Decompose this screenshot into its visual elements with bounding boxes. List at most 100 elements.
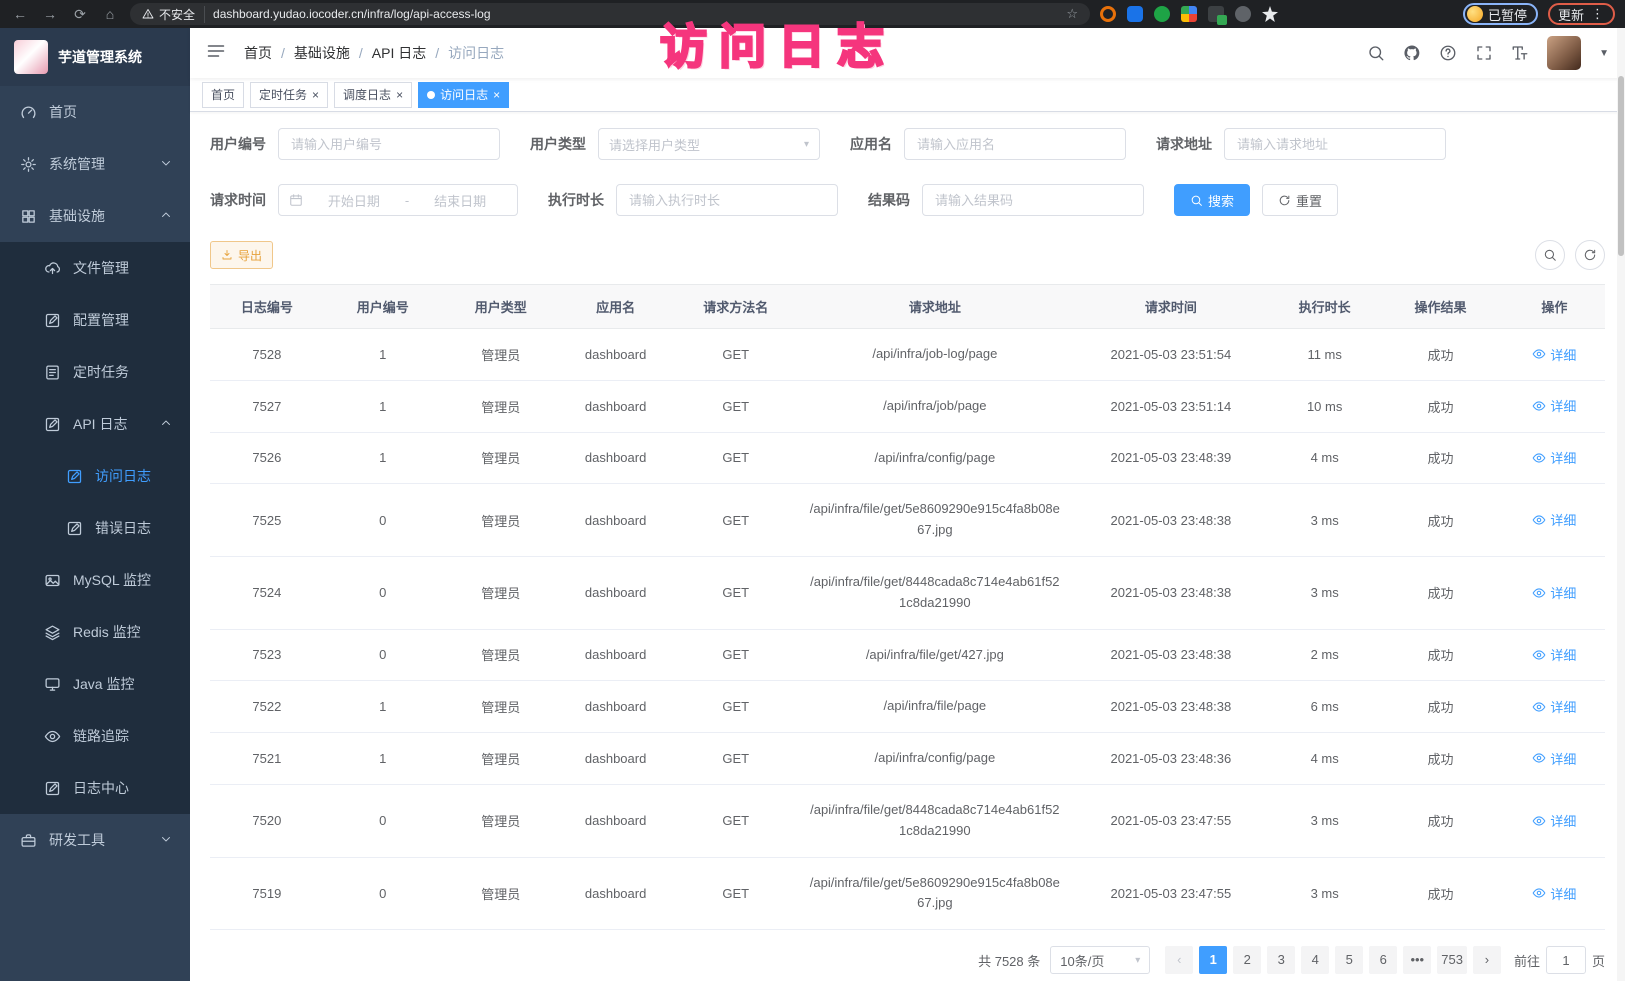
bookmark-star-icon[interactable]: ☆: [1066, 6, 1078, 22]
breadcrumb-item[interactable]: 首页: [244, 43, 272, 63]
address-bar[interactable]: 不安全 dashboard.yudao.iocoder.cn/infra/log…: [130, 3, 1090, 25]
hamburger-icon[interactable]: [206, 41, 226, 66]
tab-access-log[interactable]: 访问日志×: [418, 82, 509, 108]
caret-down-icon[interactable]: ▼: [1599, 48, 1609, 59]
page-button-6[interactable]: 6: [1369, 946, 1397, 974]
extension-icon[interactable]: [1181, 6, 1197, 22]
detail-link[interactable]: 详细: [1532, 645, 1576, 664]
tab-cron-jobs[interactable]: 定时任务×: [250, 82, 328, 108]
refresh-button[interactable]: [1575, 240, 1605, 270]
browser-profile-chip[interactable]: 已暂停: [1463, 3, 1538, 25]
table-cell: 6 ms: [1272, 681, 1377, 733]
filter-field-user-id: 用户编号: [210, 128, 500, 160]
more-pages-button[interactable]: •••: [1403, 946, 1431, 974]
browser-update-button[interactable]: 更新 ⋮: [1548, 3, 1615, 25]
detail-link[interactable]: 详细: [1532, 749, 1576, 768]
page-button-1[interactable]: 1: [1199, 946, 1227, 974]
close-icon[interactable]: ×: [493, 89, 500, 101]
next-page-button[interactable]: ›: [1473, 946, 1501, 974]
page-button-2[interactable]: 2: [1233, 946, 1261, 974]
detail-link[interactable]: 详细: [1532, 583, 1576, 602]
detail-link[interactable]: 详细: [1532, 884, 1576, 903]
sidebar-item-config-mgmt[interactable]: 配置管理: [0, 294, 190, 346]
sidebar-item-file-mgmt[interactable]: 文件管理: [0, 242, 190, 294]
browser-home-button[interactable]: ⌂: [100, 6, 120, 22]
result-code-input[interactable]: [922, 184, 1144, 216]
search-icon[interactable]: [1367, 44, 1385, 62]
extension-icon[interactable]: [1262, 6, 1278, 22]
request-time-daterange[interactable]: 开始日期-结束日期: [278, 184, 518, 216]
page-button-753[interactable]: 753: [1437, 946, 1467, 974]
extension-icon[interactable]: [1127, 6, 1143, 22]
page-button-3[interactable]: 3: [1267, 946, 1295, 974]
browser-back-button[interactable]: ←: [10, 6, 30, 22]
page-content: 用户编号用户类型请选择用户类型▾应用名请求地址请求时间开始日期-结束日期执行时长…: [190, 112, 1625, 981]
extension-icon[interactable]: [1235, 6, 1251, 22]
sidebar-item-mysql-monitor[interactable]: MySQL 监控: [0, 554, 190, 606]
browser-forward-button[interactable]: →: [40, 6, 60, 22]
goto-page-input[interactable]: [1546, 946, 1586, 974]
table-cell: 2021-05-03 23:48:38: [1070, 484, 1272, 557]
field-label: 请求时间: [210, 190, 266, 210]
sidebar-item-system-mgmt[interactable]: 系统管理: [0, 138, 190, 190]
toggle-search-button[interactable]: [1535, 240, 1565, 270]
reset-button[interactable]: 重置: [1262, 184, 1338, 216]
page-button-4[interactable]: 4: [1301, 946, 1329, 974]
detail-link[interactable]: 详细: [1532, 510, 1576, 529]
tab-home[interactable]: 首页: [202, 82, 244, 108]
detail-link[interactable]: 详细: [1532, 448, 1576, 467]
export-button[interactable]: 导出: [210, 241, 273, 269]
sidebar-item-scheduled-tasks[interactable]: 定时任务: [0, 346, 190, 398]
detail-link[interactable]: 详细: [1532, 811, 1576, 830]
close-icon[interactable]: ×: [396, 89, 403, 101]
sidebar-item-dev-tools[interactable]: 研发工具: [0, 814, 190, 866]
extension-icon[interactable]: [1154, 6, 1170, 22]
scrollbar-thumb[interactable]: [1618, 76, 1624, 256]
detail-link[interactable]: 详细: [1532, 396, 1576, 415]
tab-job-log[interactable]: 调度日志×: [334, 82, 412, 108]
browser-reload-button[interactable]: ⟳: [70, 6, 90, 23]
sidebar-item-log-center[interactable]: 日志中心: [0, 762, 190, 814]
search-button[interactable]: 搜索: [1174, 184, 1250, 216]
user-avatar[interactable]: [1547, 36, 1581, 70]
sidebar-item-api-log[interactable]: API 日志: [0, 398, 190, 450]
breadcrumb-item[interactable]: 基础设施: [294, 43, 350, 63]
detail-label: 详细: [1550, 645, 1576, 664]
sidebar-item-error-log[interactable]: 错误日志: [0, 502, 190, 554]
extension-icon[interactable]: [1100, 6, 1116, 22]
app-name-input[interactable]: [904, 128, 1126, 160]
breadcrumb-item[interactable]: API 日志: [372, 43, 426, 63]
request-url-input[interactable]: [1224, 128, 1446, 160]
table-cell: 管理员: [442, 484, 560, 557]
page-size-select[interactable]: 10条/页▾: [1050, 946, 1150, 974]
help-icon[interactable]: [1439, 44, 1457, 62]
table-cell: GET: [671, 681, 800, 733]
duration-input[interactable]: [616, 184, 838, 216]
page-button-5[interactable]: 5: [1335, 946, 1363, 974]
security-chip[interactable]: 不安全: [142, 6, 205, 23]
sidebar-item-trace[interactable]: 链路追踪: [0, 710, 190, 762]
sidebar-item-home[interactable]: 首页: [0, 86, 190, 138]
font-size-icon[interactable]: [1511, 44, 1529, 62]
fullscreen-icon[interactable]: [1475, 44, 1493, 62]
edit-icon: [44, 312, 61, 329]
detail-link[interactable]: 详细: [1532, 697, 1576, 716]
close-icon[interactable]: ×: [312, 89, 319, 101]
prev-page-button[interactable]: ‹: [1165, 946, 1193, 974]
github-icon[interactable]: [1403, 44, 1421, 62]
sidebar-item-infrastructure[interactable]: 基础设施: [0, 190, 190, 242]
sidebar-item-java-monitor[interactable]: Java 监控: [0, 658, 190, 710]
sidebar-item-label: Redis 监控: [73, 622, 141, 642]
edit-icon: [44, 780, 61, 797]
table-cell: 3 ms: [1272, 556, 1377, 629]
detail-link[interactable]: 详细: [1532, 345, 1576, 364]
sidebar-item-redis-monitor[interactable]: Redis 监控: [0, 606, 190, 658]
page-scrollbar[interactable]: [1617, 28, 1625, 981]
user-type-select[interactable]: 请选择用户类型▾: [598, 128, 820, 160]
user-id-input[interactable]: [278, 128, 500, 160]
browser-menu-icon[interactable]: ⋮: [1591, 6, 1605, 22]
sidebar-item-access-log[interactable]: 访问日志: [0, 450, 190, 502]
sidebar-logo[interactable]: 芋道管理系统: [0, 28, 190, 86]
eye-icon: [1532, 886, 1546, 900]
extension-icon[interactable]: [1208, 6, 1224, 22]
